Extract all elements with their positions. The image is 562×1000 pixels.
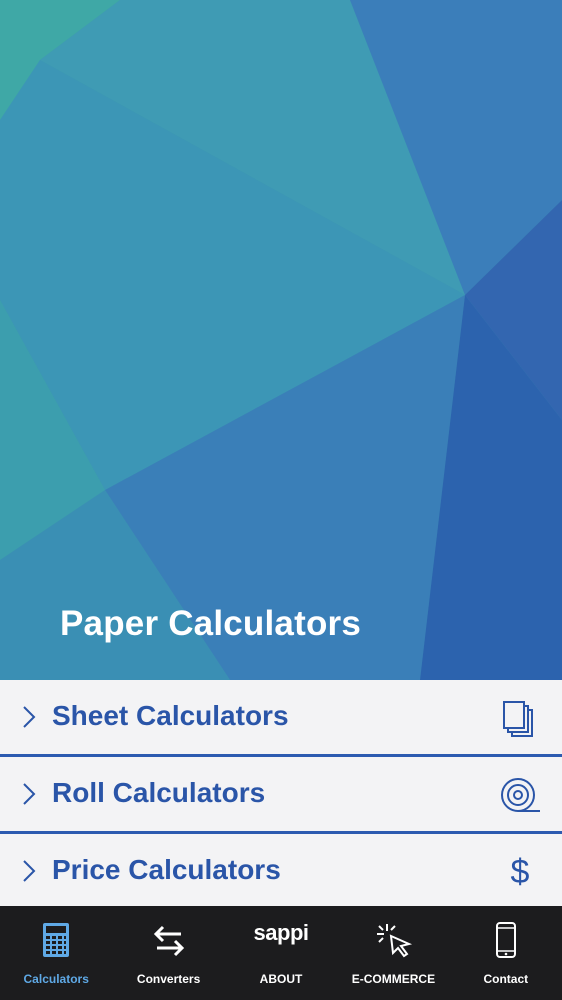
menu-item-label: Price Calculators [52, 854, 281, 885]
tab-label: Contact [483, 972, 529, 986]
menu-item-label: Sheet Calculators [52, 700, 289, 731]
tab-about[interactable]: sappi ABOUT [225, 906, 337, 1000]
calculator-menu: Sheet Calculators Roll Calculators Price… [0, 680, 562, 906]
phone-icon [495, 922, 516, 958]
tab-calculators[interactable]: Calculators [0, 906, 112, 1000]
tab-label: Calculators [23, 972, 89, 986]
swap-arrows-icon [153, 925, 184, 957]
menu-item-label: Roll Calculators [52, 777, 266, 808]
sappi-logo: sappi [253, 920, 309, 945]
hero-banner: Paper Calculators [0, 0, 562, 680]
tab-label: ABOUT [259, 972, 303, 986]
calculator-icon [43, 923, 70, 957]
tab-e-commerce[interactable]: E-COMMERCE [337, 906, 449, 1000]
roll-icon [501, 778, 540, 812]
app-screen: Paper Calculators Sheet Calculators Roll… [0, 0, 562, 1000]
tab-label: Converters [136, 972, 201, 986]
bottom-tab-bar: Calculators Converters sappi ABOUT E-COM… [0, 906, 562, 1000]
tab-label: E-COMMERCE [351, 972, 436, 986]
page-title: Paper Calculators [60, 604, 362, 643]
sheets-icon [503, 701, 533, 737]
menu-item-roll-calculators[interactable]: Roll Calculators [0, 757, 562, 834]
menu-item-sheet-calculators[interactable]: Sheet Calculators [0, 680, 562, 757]
chevron-right-icon [23, 783, 36, 805]
hero-background-pattern [0, 0, 562, 680]
tab-converters[interactable]: Converters [112, 906, 224, 1000]
tab-contact[interactable]: Contact [450, 906, 562, 1000]
chevron-right-icon [23, 860, 36, 882]
chevron-right-icon [23, 706, 36, 728]
cursor-click-icon [377, 924, 413, 958]
dollar-icon: $ [510, 853, 530, 891]
menu-item-price-calculators[interactable]: Price Calculators $ [0, 834, 562, 910]
